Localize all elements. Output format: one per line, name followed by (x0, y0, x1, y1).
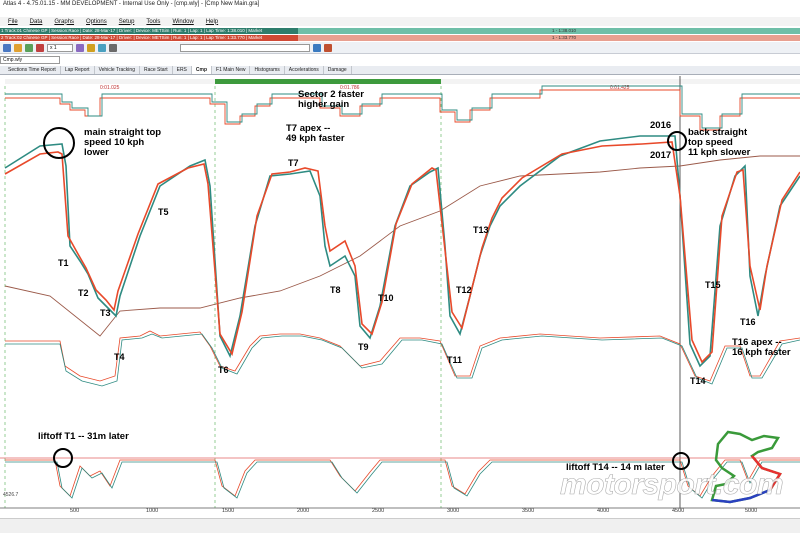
tab-damage[interactable]: Damage (324, 66, 352, 74)
session-1-fill (298, 28, 800, 34)
zoom-select[interactable]: x 1 (47, 43, 73, 52)
watermark-logo: motorsport.com (560, 468, 784, 502)
menu-file[interactable]: File (8, 19, 18, 25)
x-tick-3000: 3000 (447, 508, 460, 514)
tab-bar: Sections Time Report Lap Report Vehicle … (0, 66, 800, 75)
zoom-out-icon[interactable] (25, 43, 33, 52)
tab-histograms[interactable]: Histograms (250, 66, 285, 74)
x-tick-4500: 4500 (672, 508, 685, 514)
settings-icon[interactable] (109, 43, 117, 52)
annotation-back-straight: back straight top speed 11 kph slower (688, 127, 751, 158)
turn-label-t3: T3 (100, 308, 111, 318)
tab-accelerations[interactable]: Accelerations (285, 66, 324, 74)
menu-tools[interactable]: Tools (146, 19, 160, 25)
x-tick-1000: 1000 (146, 508, 159, 514)
overlay-icon[interactable] (76, 43, 84, 52)
menu-data[interactable]: Data (30, 19, 43, 25)
tab-f1-main-new[interactable]: F1 Main New (212, 66, 251, 74)
tab-ers[interactable]: ERS (173, 66, 192, 74)
menu-setup[interactable]: Setup (119, 19, 135, 25)
turn-label-t5: T5 (158, 207, 169, 217)
turn-label-t2: T2 (78, 288, 89, 298)
cursor-value-readout: 4526.7 (3, 492, 19, 498)
x-tick-4000: 4000 (597, 508, 610, 514)
turn-label-t16: T16 (740, 317, 756, 327)
cursor-icon[interactable] (3, 43, 11, 52)
turn-label-t6: T6 (218, 365, 229, 375)
session-1-label: 1 Track:01 Chinese GP | Session:Race | D… (0, 28, 298, 34)
tab-cmp[interactable]: Cmp (191, 66, 213, 74)
x-tick-500: 500 (70, 508, 80, 514)
x-tick-2000: 2000 (297, 508, 310, 514)
turn-label-t10: T10 (378, 293, 394, 303)
main-toolbar: x 1 (0, 42, 800, 54)
x-tick-5000: 5000 (745, 508, 758, 514)
lap-icon[interactable] (98, 43, 106, 52)
turn-label-t12: T12 (456, 285, 472, 295)
atlas-app-window: Atlas 4 - 4.75.01.15 - MM DEVELOPMENT - … (0, 0, 800, 533)
x-tick-1500: 1500 (222, 508, 235, 514)
tab-lap-report[interactable]: Lap Report (61, 66, 95, 74)
session-2-label: 2 Track:02 Chinese GP | Session:Race | D… (0, 35, 298, 41)
annotation-t16-apex: T16 apex -- 16 kph faster (732, 337, 791, 358)
highlight-liftoff-t1 (53, 448, 73, 468)
session-row-1[interactable]: 1 Track:01 Chinese GP | Session:Race | D… (0, 28, 800, 34)
annotation-main-straight: main straight top speed 10 kph lower (84, 127, 162, 158)
turn-label-t8: T8 (330, 285, 341, 295)
session-2-time: 1 - 1:33.770 (552, 35, 577, 40)
turn-label-t11: T11 (447, 355, 463, 365)
sector-2-band (215, 79, 441, 84)
horizontal-scrollbar[interactable] (0, 518, 800, 533)
annotation-liftoff-t1: liftoff T1 -- 31m later (38, 431, 129, 442)
session-1-time: 1 - 1:38.010 (552, 28, 577, 33)
session-row-2[interactable]: 2 Track:02 Chinese GP | Session:Race | D… (0, 35, 800, 41)
tab-race-start[interactable]: Race Start (140, 66, 173, 74)
menu-bar: File Data Graphs Options Setup Tools Win… (0, 17, 800, 26)
apply-icon[interactable] (313, 43, 321, 52)
sector-3-band (441, 79, 800, 84)
tab-sections-time-report[interactable]: Sections Time Report (4, 66, 61, 74)
annotation-year-2017: 2017 (650, 150, 672, 161)
turn-label-t4: T4 (114, 352, 125, 362)
annotation-t7-apex: T7 apex -- 49 kph faster (286, 123, 345, 144)
turn-label-t9: T9 (358, 342, 369, 352)
turn-label-t15: T15 (705, 280, 721, 290)
annotation-year-2016: 2016 (650, 120, 672, 131)
remove-icon[interactable] (324, 43, 332, 52)
x-tick-3500: 3500 (522, 508, 535, 514)
menu-options[interactable]: Options (86, 19, 107, 25)
tab-vehicle-tracking[interactable]: Vehicle Tracking (95, 66, 140, 74)
sector-1-time: 0:01.025 (100, 85, 120, 91)
turn-label-t7: T7 (288, 158, 299, 168)
turn-label-t1: T1 (58, 258, 69, 268)
x-tick-2500: 2500 (372, 508, 385, 514)
zoom-in-icon[interactable] (14, 43, 22, 52)
menu-window[interactable]: Window (172, 19, 193, 25)
highlight-main-straight (43, 127, 75, 159)
session-2-fill (298, 35, 800, 41)
measure-icon[interactable] (36, 43, 44, 52)
menu-graphs[interactable]: Graphs (54, 19, 74, 25)
annotation-sector2: Sector 2 faster higher gain (298, 89, 365, 110)
sector-icon[interactable] (87, 43, 95, 52)
channel-select[interactable] (180, 43, 310, 52)
turn-label-t14: T14 (690, 376, 706, 386)
menu-help[interactable]: Help (206, 19, 218, 25)
window-title: Atlas 4 - 4.75.01.15 - MM DEVELOPMENT - … (0, 0, 800, 8)
highlight-back-straight (667, 131, 687, 151)
turn-label-t13: T13 (473, 225, 489, 235)
sector-1-band (5, 79, 215, 84)
workbook-select[interactable]: Cmp.wly (0, 56, 60, 64)
